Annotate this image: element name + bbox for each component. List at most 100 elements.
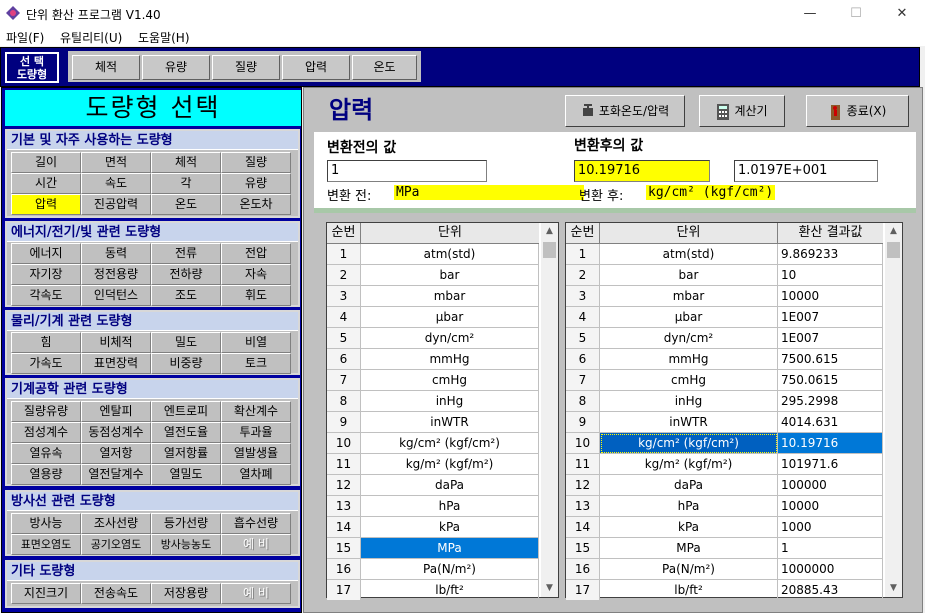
unit-type-button[interactable]: 점성계수 xyxy=(11,422,81,443)
minimize-button[interactable]: — xyxy=(787,0,833,28)
source-unit-cell[interactable]: inHg xyxy=(361,391,539,412)
source-table-scrollbar[interactable]: ▲ ▼ xyxy=(541,223,558,597)
source-unit-cell[interactable]: hPa xyxy=(361,496,539,517)
unit-type-button[interactable]: 표면장력 xyxy=(81,353,151,374)
unit-type-button[interactable]: 질량유량 xyxy=(11,401,81,422)
scroll-thumb[interactable] xyxy=(887,242,900,258)
before-value-input[interactable]: 1 xyxy=(327,160,487,182)
unit-type-button[interactable]: 표면오염도 xyxy=(11,534,81,555)
saturation-temp-pressure-button[interactable]: 포화온도/압력 xyxy=(565,95,685,127)
target-unit-cell[interactable]: kPa xyxy=(600,517,778,538)
unit-type-button[interactable]: 저장용량 xyxy=(151,583,221,604)
target-unit-cell[interactable]: MPa xyxy=(600,538,778,559)
unit-type-button[interactable]: 시간 xyxy=(11,173,81,194)
target-unit-cell[interactable]: daPa xyxy=(600,475,778,496)
target-unit-cell[interactable]: dyn/cm² xyxy=(600,328,778,349)
source-unit-cell[interactable]: dyn/cm² xyxy=(361,328,539,349)
unit-type-button[interactable]: 열전달계수 xyxy=(81,464,151,485)
unit-type-button[interactable]: 각 xyxy=(151,173,221,194)
target-unit-cell[interactable]: mbar xyxy=(600,286,778,307)
unit-type-button[interactable]: 동력 xyxy=(81,243,151,264)
quick-temperature-button[interactable]: 온도 xyxy=(352,55,417,80)
target-unit-cell[interactable]: inHg xyxy=(600,391,778,412)
unit-type-button[interactable]: 각속도 xyxy=(11,285,81,306)
maximize-button[interactable]: ☐ xyxy=(833,0,879,28)
unit-type-button[interactable]: 토크 xyxy=(221,353,291,374)
source-unit-cell[interactable]: mmHg xyxy=(361,349,539,370)
quick-volume-button[interactable]: 체적 xyxy=(72,55,140,80)
unit-type-button[interactable]: 열용량 xyxy=(11,464,81,485)
source-unit-cell[interactable]: atm(std) xyxy=(361,244,539,265)
unit-type-button[interactable]: 동점성계수 xyxy=(81,422,151,443)
scroll-up-arrow-icon[interactable]: ▲ xyxy=(885,223,902,240)
result-table-scrollbar[interactable]: ▲ ▼ xyxy=(885,223,902,597)
unit-type-button[interactable]: 열차폐 xyxy=(221,464,291,485)
target-unit-cell-selected[interactable]: kg/cm² (kgf/cm²) xyxy=(600,433,778,454)
target-unit-cell[interactable]: atm(std) xyxy=(600,244,778,265)
unit-type-button[interactable]: 전하량 xyxy=(151,264,221,285)
unit-type-button[interactable]: 열저항률 xyxy=(151,443,221,464)
source-unit-cell[interactable]: Pa(N/m²) xyxy=(361,559,539,580)
unit-type-button[interactable]: 흡수선량 xyxy=(221,513,291,534)
unit-type-button[interactable]: 휘도 xyxy=(221,285,291,306)
target-unit-cell[interactable]: inWTR xyxy=(600,412,778,433)
unit-type-button[interactable]: 인덕턴스 xyxy=(81,285,151,306)
target-unit-cell[interactable]: cmHg xyxy=(600,370,778,391)
unit-type-button[interactable]: 힘 xyxy=(11,332,81,353)
unit-type-button[interactable]: 조사선량 xyxy=(81,513,151,534)
source-unit-cell[interactable]: mbar xyxy=(361,286,539,307)
unit-type-button[interactable]: 확산계수 xyxy=(221,401,291,422)
unit-type-button[interactable]: 정전용량 xyxy=(81,264,151,285)
unit-type-button[interactable]: 자기장 xyxy=(11,264,81,285)
target-unit-cell[interactable]: hPa xyxy=(600,496,778,517)
unit-type-button[interactable]: 열저항 xyxy=(81,443,151,464)
calculator-button[interactable]: 계산기 xyxy=(699,95,785,127)
target-unit-cell[interactable]: Pa(N/m²) xyxy=(600,559,778,580)
unit-type-button-selected[interactable]: 압력 xyxy=(11,194,81,215)
unit-type-button[interactable]: 길이 xyxy=(11,152,81,173)
source-unit-cell[interactable]: daPa xyxy=(361,475,539,496)
unit-type-button[interactable]: 비열 xyxy=(221,332,291,353)
unit-type-button[interactable]: 열전도율 xyxy=(151,422,221,443)
scroll-down-arrow-icon[interactable]: ▼ xyxy=(541,580,558,597)
unit-type-button[interactable]: 비중량 xyxy=(151,353,221,374)
unit-type-button[interactable]: 엔트로피 xyxy=(151,401,221,422)
unit-type-button[interactable]: 방사능농도 xyxy=(151,534,221,555)
unit-type-button[interactable]: 열밀도 xyxy=(151,464,221,485)
unit-type-button[interactable]: 엔탈피 xyxy=(81,401,151,422)
source-unit-cell[interactable]: lb/ft² xyxy=(361,580,539,601)
menu-utility[interactable]: 유틸리티(U) xyxy=(60,29,122,46)
unit-type-button[interactable]: 조도 xyxy=(151,285,221,306)
unit-type-button[interactable]: 가속도 xyxy=(11,353,81,374)
quick-mass-button[interactable]: 질량 xyxy=(212,55,280,80)
unit-type-button[interactable]: 면적 xyxy=(81,152,151,173)
unit-type-button[interactable]: 유량 xyxy=(221,173,291,194)
target-unit-cell[interactable]: μbar xyxy=(600,307,778,328)
close-button[interactable]: ✕ xyxy=(879,0,925,28)
unit-type-button[interactable]: 투과율 xyxy=(221,422,291,443)
source-unit-cell[interactable]: cmHg xyxy=(361,370,539,391)
menu-file[interactable]: 파일(F) xyxy=(6,29,44,46)
unit-type-button[interactable]: 온도 xyxy=(151,194,221,215)
unit-type-button[interactable]: 등가선량 xyxy=(151,513,221,534)
unit-type-button[interactable]: 진공압력 xyxy=(81,194,151,215)
source-unit-cell[interactable]: kg/cm² (kgf/cm²) xyxy=(361,433,539,454)
unit-type-button[interactable]: 열발생율 xyxy=(221,443,291,464)
unit-type-button[interactable]: 질량 xyxy=(221,152,291,173)
source-unit-cell[interactable]: bar xyxy=(361,265,539,286)
target-unit-cell[interactable]: lb/ft² xyxy=(600,580,778,601)
unit-type-button[interactable]: 전류 xyxy=(151,243,221,264)
menu-help[interactable]: 도움말(H) xyxy=(138,29,190,46)
exit-button[interactable]: 종료(X) xyxy=(806,95,909,127)
unit-type-button[interactable]: 전송속도 xyxy=(81,583,151,604)
scroll-up-arrow-icon[interactable]: ▲ xyxy=(541,223,558,240)
scroll-down-arrow-icon[interactable]: ▼ xyxy=(885,580,902,597)
unit-type-button[interactable]: 열유속 xyxy=(11,443,81,464)
unit-type-button[interactable]: 에너지 xyxy=(11,243,81,264)
unit-type-button[interactable]: 비체적 xyxy=(81,332,151,353)
source-unit-cell-selected[interactable]: MPa xyxy=(361,538,539,559)
unit-type-button[interactable]: 방사능 xyxy=(11,513,81,534)
source-unit-cell[interactable]: kPa xyxy=(361,517,539,538)
unit-type-button[interactable]: 속도 xyxy=(81,173,151,194)
unit-type-button[interactable]: 체적 xyxy=(151,152,221,173)
